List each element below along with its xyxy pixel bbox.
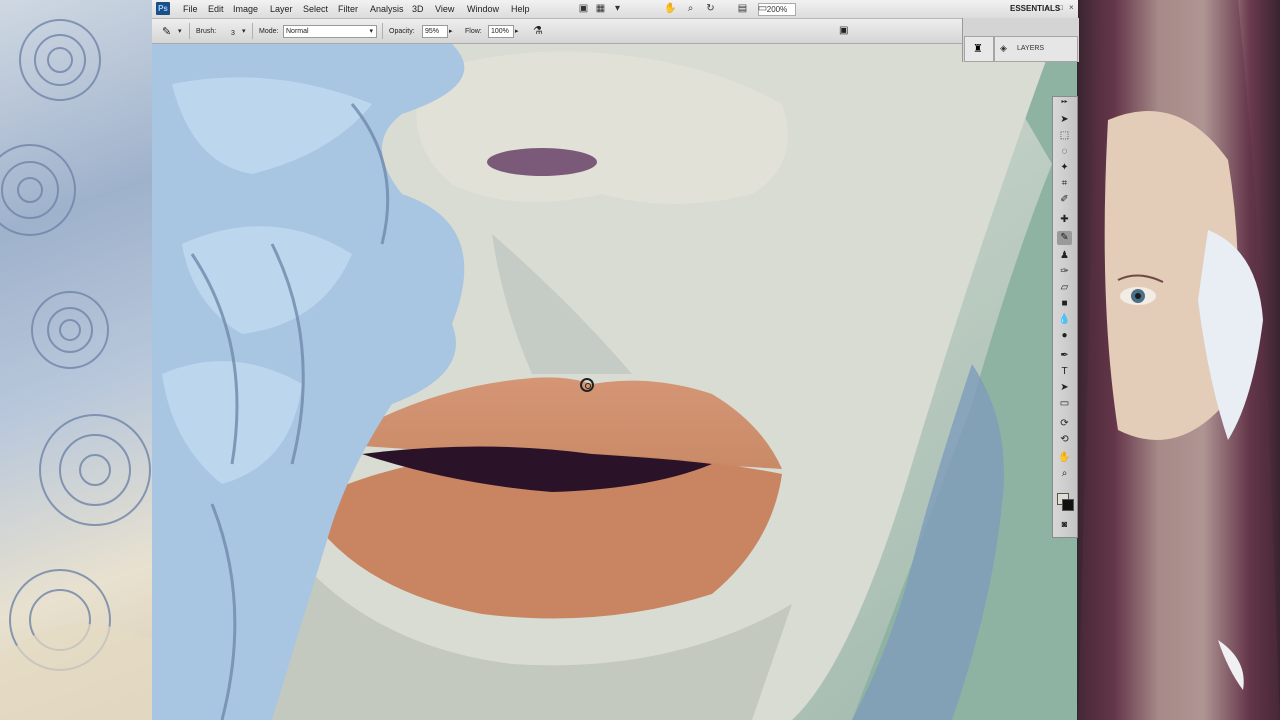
portrait-painting [152, 44, 1077, 720]
maximize-icon[interactable]: □ [1058, 3, 1063, 12]
menu-image[interactable]: Image [233, 4, 258, 14]
flow-input[interactable]: 100% [488, 25, 514, 38]
quick-mask-icon[interactable]: ◙ [1057, 517, 1072, 531]
mode-label: Mode: [259, 28, 279, 35]
portrait-illustration [1078, 0, 1280, 720]
history-brush-tool-icon[interactable]: ✑ [1057, 265, 1072, 279]
tool-options-bar: ✎ ▾ Brush: 3 ▾ Mode: Normal ▾ Opacity: 9… [152, 19, 962, 44]
opacity-slider-chevron-icon[interactable]: ▸ [449, 27, 453, 35]
menu-select[interactable]: Select [303, 4, 328, 14]
menu-help[interactable]: Help [511, 4, 530, 14]
chevron-down-icon[interactable]: ▾ [178, 27, 182, 35]
brush-label: Brush: [196, 28, 217, 35]
brush-tool-preset-icon[interactable]: ✎ [162, 25, 171, 38]
dodge-tool-icon[interactable]: ● [1057, 329, 1072, 343]
left-reference-artwork [0, 0, 152, 720]
brush-presets-icon: ♜ [973, 43, 983, 55]
flow-slider-chevron-icon[interactable]: ▸ [515, 27, 519, 35]
roses-illustration [0, 19, 152, 720]
close-icon[interactable]: × [1069, 3, 1074, 12]
move-tool-icon[interactable]: ➤ [1057, 113, 1072, 127]
3d-rotate-tool-icon[interactable]: ⟳ [1057, 417, 1072, 431]
layers-icon: ◈ [1000, 43, 1007, 53]
crop-tool-icon[interactable]: ⌗ [1057, 177, 1072, 191]
panel-grip-icon[interactable]: ▸▸ [1057, 99, 1072, 105]
rotate-view-icon[interactable]: ↻ [705, 3, 716, 14]
blend-mode-select[interactable]: Normal ▾ [283, 25, 377, 38]
layers-tab-label: LAYERS [1017, 45, 1045, 52]
arrange-documents-icon[interactable]: ▤ [737, 3, 748, 14]
clone-stamp-tool-icon[interactable]: ♟ [1057, 249, 1072, 263]
screen-mode-icon[interactable]: ▭ [757, 3, 768, 14]
guides-icon[interactable]: ▾ [612, 3, 623, 14]
brush-picker-chevron-icon[interactable]: ▾ [242, 27, 246, 35]
brush-panel-button[interactable]: ♜ [964, 36, 994, 62]
opacity-label: Opacity: [389, 28, 415, 35]
menu-filter[interactable]: Filter [338, 4, 358, 14]
flow-label: Flow: [465, 28, 482, 35]
lasso-tool-icon[interactable]: ◌ [1057, 145, 1072, 159]
menu-file[interactable]: File [183, 4, 198, 14]
document-canvas[interactable] [152, 44, 1077, 720]
eyedropper-tool-icon[interactable]: ✐ [1057, 193, 1072, 207]
tablet-pressure-icon[interactable]: ▣ [839, 25, 848, 36]
chevron-down-icon: ▾ [369, 28, 373, 35]
brush-cursor [580, 378, 594, 392]
separator [189, 23, 190, 39]
zoom-tool-icon[interactable]: ⌕ [1057, 467, 1072, 481]
marquee-tool-icon[interactable]: ⬚ [1057, 129, 1072, 143]
blend-mode-value: Normal [286, 28, 309, 35]
gradient-tool-icon[interactable]: ■ [1057, 297, 1072, 311]
pen-tool-icon[interactable]: ✒ [1057, 349, 1072, 363]
menu-window[interactable]: Window [467, 4, 499, 14]
photoshop-logo: Ps [156, 2, 170, 15]
view-extras-icon[interactable]: ▦ [595, 3, 606, 14]
quick-select-tool-icon[interactable]: ✦ [1057, 161, 1072, 175]
launch-bridge-icon[interactable]: ▣ [578, 3, 589, 14]
healing-brush-tool-icon[interactable]: ✚ [1057, 213, 1072, 227]
airbrush-icon[interactable]: ⚗ [533, 24, 543, 37]
opacity-input[interactable]: 95% [422, 25, 448, 38]
menu-3d[interactable]: 3D [412, 4, 424, 14]
foreground-color-swatch[interactable] [1062, 499, 1074, 511]
tools-panel: ▸▸ ➤ ⬚ ◌ ✦ ⌗ ✐ ✚ ✎ ♟ ✑ ▱ ■ 💧 ● ✒ T ➤ ▭ ⟳… [1052, 96, 1078, 538]
hand-tool-icon[interactable]: ✋ [1057, 451, 1072, 465]
separator [382, 23, 383, 39]
brush-size-preview[interactable]: 3 [222, 23, 244, 39]
right-reference-artwork [1078, 0, 1280, 720]
menu-view[interactable]: View [435, 4, 454, 14]
hand-icon[interactable]: ✋ [664, 3, 676, 14]
minimize-icon[interactable]: – [1045, 3, 1049, 12]
menu-bar: Ps File Edit Image Layer Select Filter A… [152, 0, 1078, 19]
blur-tool-icon[interactable]: 💧 [1057, 313, 1072, 327]
shape-tool-icon[interactable]: ▭ [1057, 397, 1072, 411]
eraser-tool-icon[interactable]: ▱ [1057, 281, 1072, 295]
zoom-icon[interactable]: ⌕ [685, 3, 696, 14]
workspace-switcher[interactable]: ESSENTIALS [1010, 4, 1060, 13]
menu-edit[interactable]: Edit [208, 4, 224, 14]
menu-layer[interactable]: Layer [270, 4, 293, 14]
separator [252, 23, 253, 39]
3d-orbit-tool-icon[interactable]: ⟲ [1057, 433, 1072, 447]
menu-analysis[interactable]: Analysis [370, 4, 404, 14]
layers-panel-tab[interactable]: ◈ LAYERS [994, 36, 1078, 62]
path-selection-tool-icon[interactable]: ➤ [1057, 381, 1072, 395]
type-tool-icon[interactable]: T [1057, 365, 1072, 379]
brush-tool-icon[interactable]: ✎ [1057, 231, 1072, 245]
